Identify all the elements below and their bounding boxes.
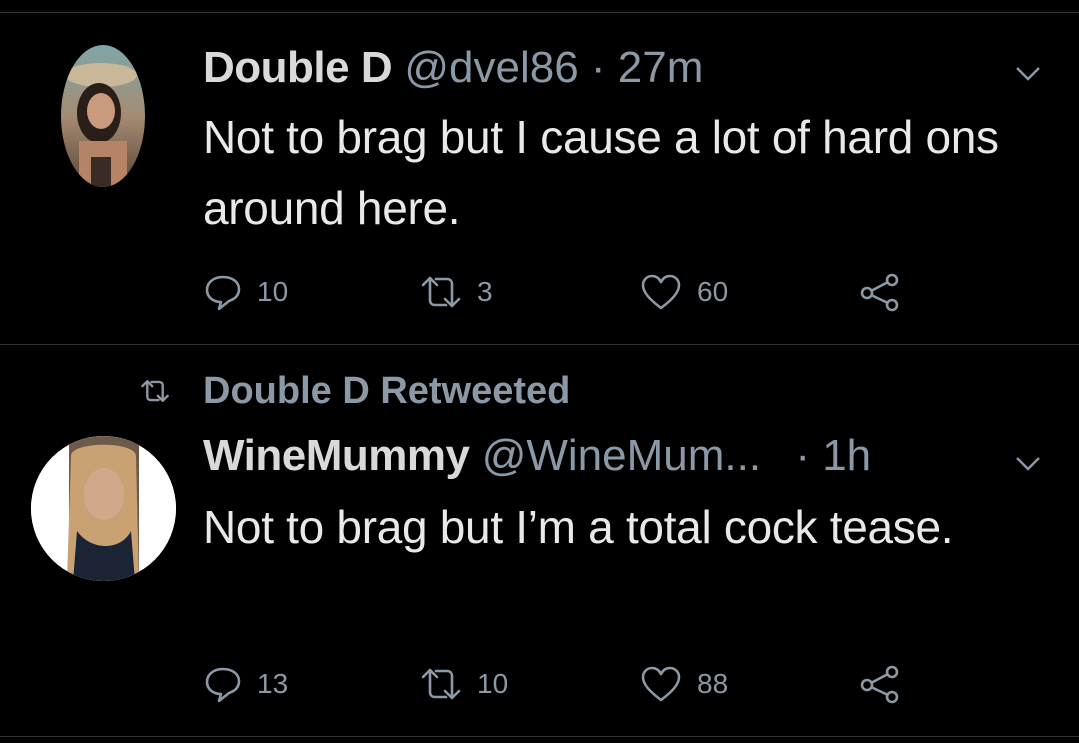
- display-name[interactable]: WineMummy: [203, 431, 470, 480]
- retweet-icon: [421, 276, 461, 308]
- like-button[interactable]: 88: [639, 664, 728, 704]
- retweeted-by-label[interactable]: Double D Retweeted: [203, 367, 570, 415]
- like-count: 88: [697, 668, 729, 699]
- tweet-header: Double D @dvel86 · 27m: [203, 40, 703, 96]
- tweet-2[interactable]: Double D Retweeted WineMummy @WineMum...…: [0, 345, 1079, 743]
- retweet-count: 3: [477, 276, 493, 307]
- tweet-1[interactable]: Double D @dvel86 · 27m Not to brag but I…: [0, 0, 1079, 344]
- separator: ·: [590, 43, 606, 92]
- retweet-icon: [141, 380, 169, 402]
- tweet-text: Not to brag but I cause a lot of hard on…: [203, 111, 999, 234]
- avatar[interactable]: [31, 436, 176, 581]
- reply-icon: [205, 275, 241, 311]
- bottom-divider: [0, 736, 1079, 737]
- timestamp[interactable]: 1h: [822, 431, 871, 480]
- heart-icon: [641, 274, 681, 310]
- handle[interactable]: @dvel86: [404, 43, 578, 92]
- reply-icon: [205, 667, 241, 703]
- share-icon: [860, 665, 899, 704]
- display-name[interactable]: Double D: [203, 43, 393, 92]
- chevron-down-icon[interactable]: [1013, 64, 1043, 84]
- reply-count: 10: [257, 276, 289, 307]
- reply-count: 13: [257, 668, 289, 699]
- heart-icon: [641, 666, 681, 702]
- avatar[interactable]: [61, 45, 145, 187]
- action-bar: 13 10 88: [203, 664, 923, 704]
- chevron-down-icon[interactable]: [1013, 454, 1043, 474]
- tweet-header: WineMummy @WineMum... · 1h: [203, 428, 871, 484]
- timestamp[interactable]: 27m: [618, 43, 704, 92]
- retweet-button[interactable]: 10: [419, 664, 508, 704]
- retweet-button[interactable]: 3: [419, 272, 493, 312]
- share-button[interactable]: [859, 272, 903, 312]
- like-button[interactable]: 60: [639, 272, 728, 312]
- handle[interactable]: @WineMum...: [482, 431, 761, 480]
- reply-button[interactable]: 13: [203, 664, 288, 704]
- retweet-count: 10: [477, 668, 509, 699]
- like-count: 60: [697, 276, 729, 307]
- action-bar: 10 3 60: [203, 272, 923, 312]
- share-icon: [860, 273, 899, 312]
- tweet-text: Not to brag but I’m a total cock tease.: [203, 501, 954, 553]
- reply-button[interactable]: 10: [203, 272, 288, 312]
- separator: ·: [795, 431, 810, 480]
- share-button[interactable]: [859, 664, 903, 704]
- retweet-icon: [421, 668, 461, 700]
